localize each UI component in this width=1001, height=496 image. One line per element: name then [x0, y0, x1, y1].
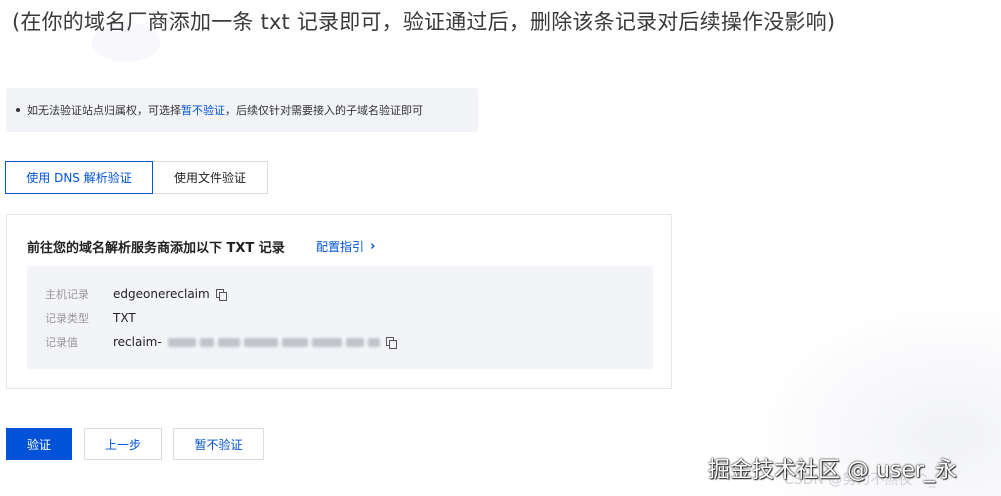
previous-step-button[interactable]: 上一步	[84, 428, 162, 460]
info-alert: 如无法验证站点归属权，可选择 暂不验证 ，后续仅针对需要接入的子域名验证即可	[6, 88, 478, 132]
record-label: 记录值	[45, 336, 78, 349]
obscured-value	[167, 337, 380, 347]
record-label: 主机记录	[45, 288, 89, 301]
config-guide-label: 配置指引	[316, 240, 365, 254]
record-value: TXT	[113, 311, 136, 325]
skip-verify-link[interactable]: 暂不验证	[181, 102, 225, 118]
record-label: 记录类型	[45, 312, 89, 325]
info-text-after: ，后续仅针对需要接入的子域名验证即可	[225, 104, 423, 117]
record-row-type: 记录类型 TXT	[45, 309, 136, 327]
card-title: 前往您的域名解析服务商添加以下 TXT 记录	[27, 241, 285, 256]
juejin-watermark: 掘金技术社区 @ user_永	[708, 458, 957, 483]
record-box: 主机记录 edgeonereclaim 记录类型 TXT 记录值 reclaim…	[27, 266, 653, 369]
record-value: reclaim-	[113, 335, 162, 349]
skip-verify-button[interactable]: 暂不验证	[173, 428, 264, 460]
chevron-right-icon: ›	[370, 239, 376, 254]
tab-dns-verify[interactable]: 使用 DNS 解析验证	[5, 161, 153, 194]
record-value: edgeonereclaim	[113, 287, 210, 301]
page-note: (在你的域名厂商添加一条 txt 记录即可，验证通过后，删除该条记录对后续操作没…	[12, 10, 836, 34]
bullet-dot-icon	[16, 108, 20, 112]
info-text-before: 如无法验证站点归属权，可选择	[27, 104, 181, 117]
dns-record-card: 前往您的域名解析服务商添加以下 TXT 记录 配置指引 › 主机记录 edgeo…	[6, 214, 672, 389]
tab-file-verify[interactable]: 使用文件验证	[153, 161, 268, 194]
config-guide-link[interactable]: 配置指引 ›	[316, 238, 375, 255]
record-row-value: 记录值 reclaim-	[45, 333, 397, 351]
copy-icon[interactable]	[215, 288, 227, 301]
record-row-host: 主机记录 edgeonereclaim	[45, 285, 227, 303]
verify-button[interactable]: 验证	[6, 428, 72, 460]
copy-icon[interactable]	[385, 336, 397, 349]
